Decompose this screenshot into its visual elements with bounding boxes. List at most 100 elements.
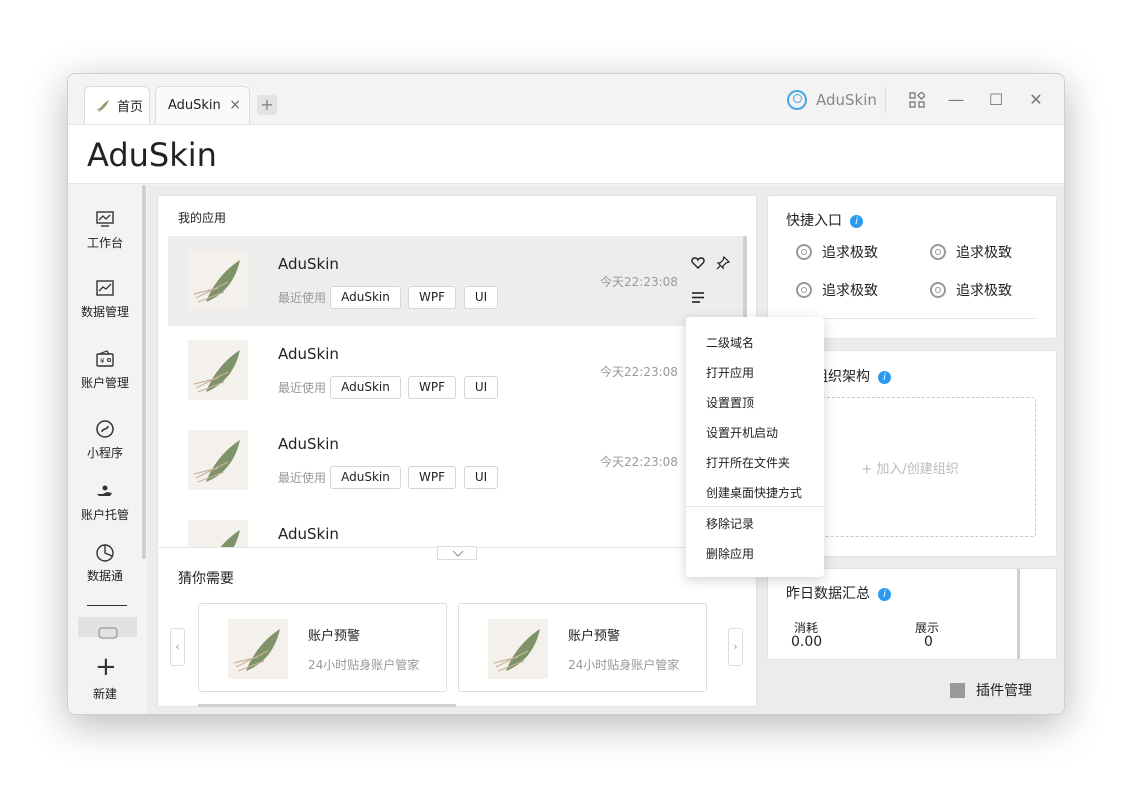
app-thumbnail bbox=[188, 520, 248, 548]
app-row[interactable]: AduSkin bbox=[168, 506, 745, 548]
tab-home[interactable]: 首页 bbox=[84, 86, 150, 124]
context-menu: 二级域名 打开应用 设置置顶 设置开机启动 打开所在文件夹 创建桌面快捷方式 移… bbox=[686, 317, 824, 577]
apps-icon[interactable] bbox=[905, 88, 929, 112]
add-tab-button[interactable]: + bbox=[257, 95, 277, 115]
app-name: AduSkin bbox=[278, 255, 339, 273]
sidebar-item-account-custody[interactable]: 账户托管 bbox=[68, 482, 142, 523]
sidebar-item-hidden[interactable] bbox=[78, 617, 137, 639]
tab-close-icon[interactable]: × bbox=[229, 97, 241, 113]
card-thumbnail bbox=[488, 619, 548, 679]
card-title: 账户预警 bbox=[568, 629, 621, 644]
card-title: 账户预警 bbox=[308, 629, 361, 644]
app-tag[interactable]: UI bbox=[464, 376, 498, 399]
recent-label: 最近使用 bbox=[278, 381, 327, 395]
menu-item[interactable]: 二级域名 bbox=[706, 334, 754, 351]
menu-item[interactable]: 打开应用 bbox=[706, 364, 754, 381]
app-row[interactable]: AduSkin 最近使用 AduSkin WPF UI 今天22:23:08 bbox=[168, 236, 745, 326]
quick-title: 快捷入口 i bbox=[786, 210, 863, 230]
quick-item[interactable]: 追求极致 bbox=[930, 242, 1012, 262]
quick-item[interactable]: 追求极致 bbox=[796, 280, 878, 300]
suggestion-card[interactable]: 账户预警 24小时贴身账户管家 bbox=[458, 603, 707, 692]
app-thumbnail bbox=[188, 340, 248, 400]
pie-icon bbox=[95, 543, 115, 562]
my-apps-title: 我的应用 bbox=[178, 211, 227, 225]
prev-arrow-button[interactable]: ‹ bbox=[170, 628, 185, 666]
user-name: AduSkin bbox=[816, 91, 877, 109]
info-icon: i bbox=[878, 370, 891, 384]
menu-item[interactable]: 设置置顶 bbox=[706, 394, 754, 411]
sidebar-scrollbar[interactable] bbox=[142, 185, 146, 559]
leaf-logo-icon bbox=[96, 99, 109, 112]
user-account[interactable]: AduSkin bbox=[787, 89, 877, 111]
app-time: 今天22:23:08 bbox=[600, 365, 678, 379]
app-list: AduSkin 最近使用 AduSkin WPF UI 今天22:23:08 A… bbox=[158, 236, 756, 548]
sidebar-divider bbox=[87, 605, 127, 606]
menu-item[interactable]: 删除应用 bbox=[706, 545, 754, 562]
quick-item[interactable]: 追求极致 bbox=[930, 280, 1012, 300]
plugin-label: 插件管理 bbox=[976, 683, 1032, 699]
app-row[interactable]: AduSkin 最近使用 AduSkin WPF UI 今天22:23:08 bbox=[168, 416, 745, 506]
app-tag[interactable]: UI bbox=[464, 466, 498, 489]
menu-item[interactable]: 设置开机启动 bbox=[706, 424, 778, 441]
app-name: AduSkin bbox=[278, 435, 339, 453]
chevron-down-icon bbox=[452, 550, 464, 557]
menu-item[interactable]: 创建桌面快捷方式 bbox=[706, 484, 802, 501]
app-row[interactable]: AduSkin 最近使用 AduSkin WPF UI 今天22:23:08 bbox=[168, 326, 745, 416]
app-tag[interactable]: AduSkin bbox=[330, 376, 401, 399]
maximize-icon[interactable]: ☐ bbox=[984, 88, 1008, 112]
app-tag[interactable]: WPF bbox=[408, 466, 456, 489]
menu-icon[interactable] bbox=[692, 292, 705, 303]
gear-icon bbox=[930, 244, 946, 260]
expand-list-button[interactable] bbox=[437, 546, 477, 560]
pin-icon[interactable] bbox=[716, 256, 730, 270]
sidebar-item-workbench[interactable]: 工作台 bbox=[68, 210, 142, 251]
tab-aduskin[interactable]: AduSkin × bbox=[155, 86, 250, 124]
sidebar: 工作台 数据管理 ¥ 账户管理 小程序 账户托管 数据通 + 新建 bbox=[68, 185, 146, 714]
tab-home-label: 首页 bbox=[117, 100, 144, 115]
my-apps-panel: 我的应用 AduSkin 最近使用 AduSkin WPF UI 今天22:23… bbox=[157, 195, 757, 707]
heart-icon[interactable] bbox=[691, 256, 705, 270]
user-icon bbox=[787, 90, 807, 110]
sidebar-item-data-link[interactable]: 数据通 bbox=[68, 543, 142, 584]
card-subtitle: 24小时贴身账户管家 bbox=[568, 658, 680, 672]
right-scrollbar[interactable] bbox=[1017, 569, 1020, 659]
chart-icon bbox=[95, 279, 115, 297]
page-header: AduSkin bbox=[68, 124, 1064, 184]
guess-title: 猜你需要 bbox=[178, 571, 234, 587]
sidebar-item-data-management[interactable]: 数据管理 bbox=[68, 279, 142, 320]
new-button[interactable]: + 新建 bbox=[68, 652, 142, 702]
app-time: 今天22:23:08 bbox=[600, 455, 678, 469]
plus-icon: + bbox=[95, 652, 117, 682]
app-tag[interactable]: AduSkin bbox=[330, 286, 401, 309]
sidebar-item-miniapp[interactable]: 小程序 bbox=[68, 420, 142, 461]
sidebar-item-label: 工作台 bbox=[86, 236, 123, 250]
next-arrow-button[interactable]: › bbox=[728, 628, 743, 666]
monitor-icon bbox=[95, 210, 115, 228]
suggestion-card[interactable]: 账户预警 24小时贴身账户管家 bbox=[198, 603, 447, 692]
menu-item[interactable]: 打开所在文件夹 bbox=[706, 454, 790, 471]
plugin-icon bbox=[950, 682, 965, 698]
quick-item[interactable]: 追求极致 bbox=[796, 242, 878, 262]
app-tag[interactable]: UI bbox=[464, 286, 498, 309]
summary-panel: 昨日数据汇总 i 消耗 0.00 展示 0 bbox=[767, 568, 1057, 660]
info-icon: i bbox=[878, 587, 891, 601]
app-tag[interactable]: WPF bbox=[408, 286, 456, 309]
card-thumbnail bbox=[228, 619, 288, 679]
sidebar-item-label: 数据管理 bbox=[80, 305, 129, 319]
app-name: AduSkin bbox=[278, 525, 339, 543]
new-button-label: 新建 bbox=[92, 687, 117, 701]
app-tag[interactable]: WPF bbox=[408, 376, 456, 399]
plugin-manager-button[interactable]: 插件管理 bbox=[950, 680, 1032, 700]
sidebar-item-account-management[interactable]: ¥ 账户管理 bbox=[68, 350, 142, 391]
app-tag[interactable]: AduSkin bbox=[330, 466, 401, 489]
carousel-scrollbar[interactable] bbox=[198, 704, 456, 707]
app-thumbnail bbox=[188, 250, 248, 310]
main-content: 我的应用 AduSkin 最近使用 AduSkin WPF UI 今天22:23… bbox=[147, 185, 1064, 714]
menu-item[interactable]: 移除记录 bbox=[706, 515, 754, 532]
gear-icon bbox=[796, 244, 812, 260]
stat-value: 0.00 bbox=[791, 634, 823, 650]
close-window-icon[interactable]: ✕ bbox=[1024, 88, 1048, 112]
info-icon: i bbox=[850, 214, 863, 228]
org-title: 组织架构 i bbox=[814, 366, 891, 386]
minimize-icon[interactable]: — bbox=[944, 88, 968, 112]
